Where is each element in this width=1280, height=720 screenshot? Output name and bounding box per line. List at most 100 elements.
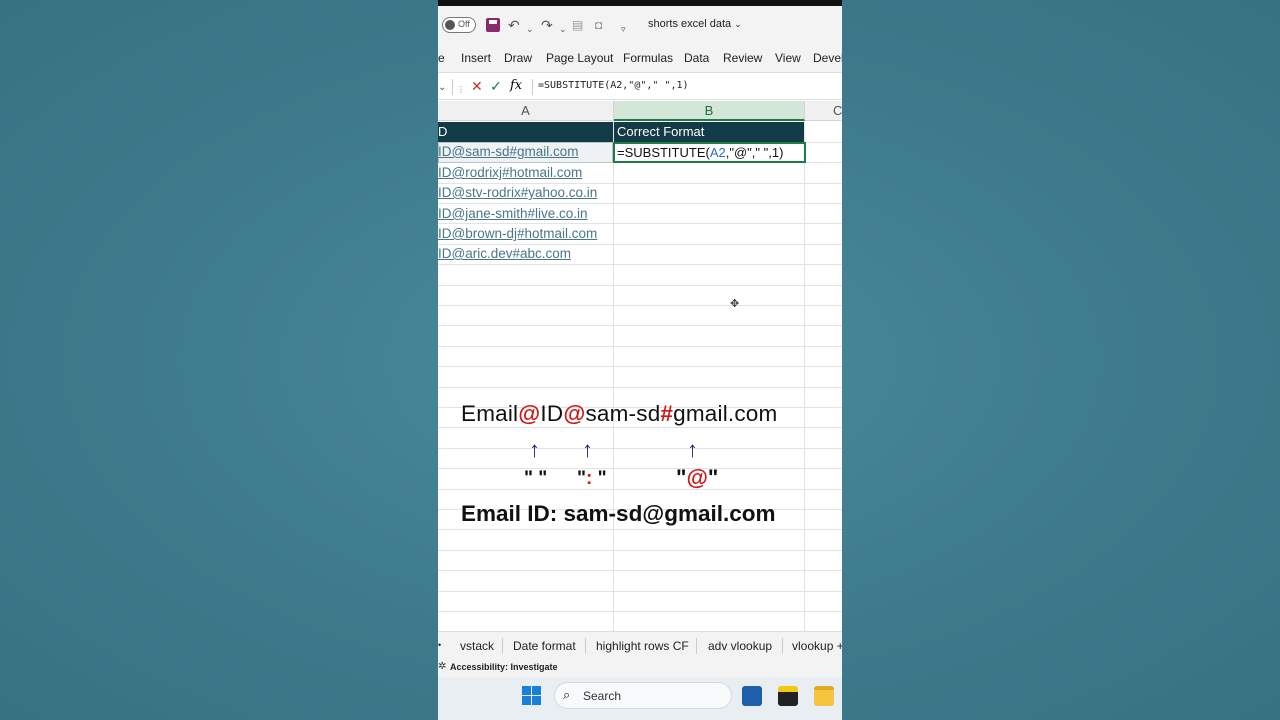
email-cell[interactable]: ID@jane-smith#live.co.in — [438, 204, 588, 224]
quote-mark: " — [707, 465, 719, 490]
up-arrow-icon: ↑ — [582, 437, 593, 462]
annotation-at-symbol: @ — [518, 401, 541, 426]
more-options-icon[interactable]: ⋮ — [457, 82, 465, 98]
formula-input[interactable]: =SUBSTITUTE(A2,"@"," ",1) — [538, 80, 689, 91]
sheet-tab[interactable]: vlookup + — [792, 639, 842, 653]
header-cell-a[interactable]: D — [438, 122, 613, 142]
tab-home[interactable]: e — [438, 51, 445, 65]
more-sheets-icon[interactable]: • — [438, 640, 441, 650]
document-title[interactable]: shorts excel data ⌄ — [648, 18, 742, 30]
formula-reference: A2 — [709, 145, 726, 160]
divider — [585, 638, 586, 654]
replacement-at: "@" — [676, 465, 718, 491]
insert-function-icon[interactable]: fx — [510, 78, 522, 94]
customize-toolbar-icon[interactable]: ▿ — [621, 20, 626, 38]
annotation-result: Email ID: sam-sd@gmail.com — [461, 501, 776, 526]
quick-access-toolbar: Off ↶ ⌄ ↷ ⌄ ▤ ◘ ▿ shorts excel data ⌄ — [438, 6, 842, 44]
undo-dropdown-icon[interactable]: ⌄ — [526, 20, 534, 38]
sheet-tabs: • vstack Date format highlight rows CF a… — [438, 631, 842, 659]
gridline — [438, 427, 842, 428]
file-explorer-icon[interactable] — [814, 686, 834, 706]
gridline — [438, 611, 842, 612]
form-icon[interactable]: ▤ — [572, 16, 583, 34]
annotation-text: sam-sd — [585, 401, 661, 426]
quote-mark: " — [676, 465, 687, 490]
gridline — [438, 285, 842, 286]
accessibility-status[interactable]: Accessibility: Investigate — [450, 662, 558, 672]
formula-prefix: =SUBSTITUTE( — [617, 145, 710, 160]
redo-dropdown-icon[interactable]: ⌄ — [559, 20, 567, 38]
status-bar: ✲ Accessibility: Investigate — [438, 659, 842, 677]
tab-developer[interactable]: Devel — [813, 51, 842, 65]
replacement-space: " " — [524, 468, 548, 489]
email-cell[interactable]: ID@rodrixj#hotmail.com — [438, 163, 582, 183]
divider — [696, 638, 697, 654]
column-header-b[interactable]: B — [614, 101, 805, 121]
sticky-notes-icon[interactable] — [778, 686, 798, 706]
sheet-tab[interactable]: highlight rows CF — [596, 639, 689, 653]
active-cell-b2[interactable]: =SUBSTITUTE(A2,"@"," ",1) — [613, 142, 806, 163]
tab-view[interactable]: View — [775, 51, 801, 65]
sheet-tab[interactable]: vstack — [460, 639, 494, 653]
annotation-text: gmail.com — [673, 401, 778, 426]
gridline — [438, 264, 842, 265]
gridline — [438, 591, 842, 592]
taskbar-search[interactable]: ⌕ Search — [554, 682, 732, 709]
gridline — [438, 550, 842, 551]
gridline — [438, 448, 842, 449]
name-box-dropdown-icon[interactable]: ⌄ — [438, 80, 446, 96]
annotation-hash-symbol: # — [660, 401, 674, 426]
header-cell-b[interactable]: Correct Format — [614, 122, 804, 142]
gridline — [613, 121, 614, 631]
divider — [452, 79, 453, 95]
up-arrow-icon: ↑ — [529, 437, 540, 462]
annotation-text: ID — [540, 401, 564, 426]
store-app-icon[interactable] — [742, 686, 762, 706]
quote-mark: " — [577, 468, 587, 489]
annotation-source-email: Email@ID@sam-sd#gmail.com — [461, 401, 777, 427]
divider — [782, 638, 783, 654]
toggle-knob-icon — [445, 20, 455, 30]
quote-mark: " — [592, 468, 607, 489]
annotation-text: Email — [461, 401, 519, 426]
undo-icon[interactable]: ↶ — [508, 16, 520, 34]
email-cell[interactable]: ID@brown-dj#hotmail.com — [438, 224, 597, 244]
win-quad — [522, 686, 531, 695]
autosave-toggle[interactable]: Off — [442, 17, 476, 33]
windows-start-icon[interactable] — [522, 686, 541, 705]
tab-page-layout[interactable]: Page Layout — [546, 51, 613, 65]
gridline — [438, 489, 842, 490]
save-icon[interactable] — [486, 18, 500, 32]
gridline — [438, 366, 842, 367]
sheet-tab[interactable]: adv vlookup — [708, 639, 772, 653]
autosave-label: Off — [458, 19, 470, 29]
column-header-c[interactable]: C — [805, 101, 842, 121]
gridline — [438, 570, 842, 571]
tab-data[interactable]: Data — [684, 51, 709, 65]
gridline — [438, 346, 842, 347]
divider — [532, 79, 533, 95]
gridline — [804, 121, 805, 631]
column-header-a[interactable]: A — [438, 101, 614, 121]
cell-cursor-icon: ✥ — [730, 298, 740, 310]
gridline — [438, 387, 842, 388]
search-label: Search — [583, 689, 622, 703]
tab-review[interactable]: Review — [723, 51, 762, 65]
divider — [502, 638, 503, 654]
email-cell[interactable]: ID@stv-rodrix#yahoo.co.in — [438, 183, 597, 203]
tab-insert[interactable]: Insert — [461, 51, 491, 65]
email-cell[interactable]: ID@aric.dev#abc.com — [438, 244, 571, 264]
tab-formulas[interactable]: Formulas — [623, 51, 673, 65]
search-icon: ⌕ — [563, 687, 571, 702]
sheet-tab[interactable]: Date format — [513, 639, 576, 653]
camera-icon[interactable]: ◘ — [595, 16, 602, 34]
redo-icon[interactable]: ↷ — [541, 16, 553, 34]
gridline — [438, 305, 842, 306]
email-cell[interactable]: ID@sam-sd#gmail.com — [438, 142, 578, 162]
replacement-colon: ": " — [577, 468, 607, 490]
tab-draw[interactable]: Draw — [504, 51, 532, 65]
win-quad — [522, 696, 531, 705]
ribbon-tabs: e Insert Draw Page Layout Formulas Data … — [438, 44, 842, 72]
enter-check-icon[interactable]: ✓ — [490, 78, 502, 94]
cancel-icon[interactable]: ✕ — [471, 78, 483, 94]
